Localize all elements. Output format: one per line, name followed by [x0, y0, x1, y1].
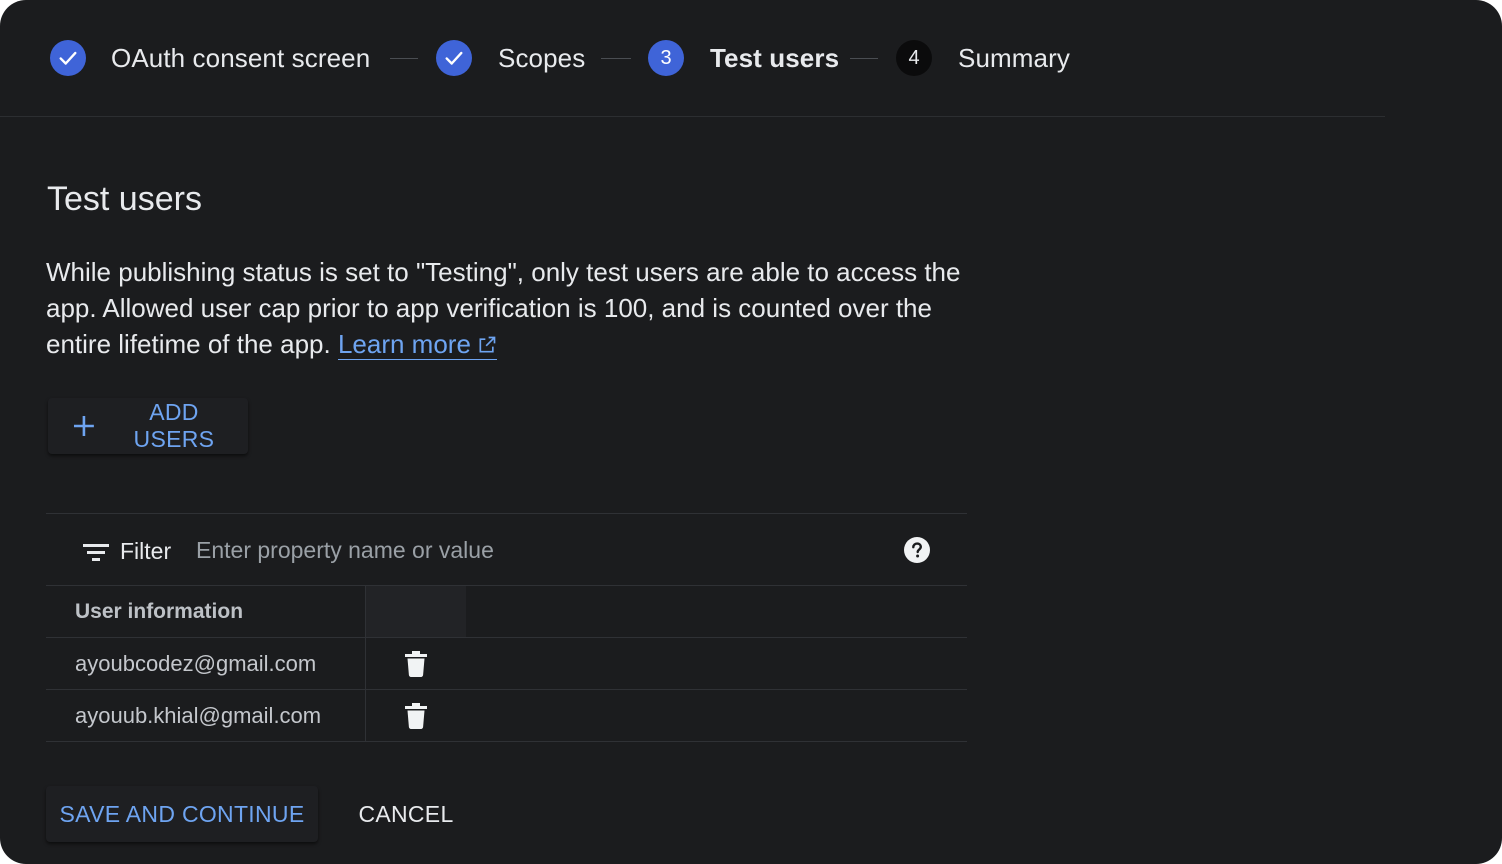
table-row: ayouub.khial@gmail.com: [46, 690, 967, 742]
step-number-badge: 3: [648, 40, 684, 76]
step-number-badge: 4: [896, 40, 932, 76]
step-scopes[interactable]: Scopes: [436, 40, 585, 76]
table-row: ayoubcodez@gmail.com: [46, 638, 967, 690]
step-test-users[interactable]: 3 Test users: [648, 40, 839, 76]
user-email: ayouub.khial@gmail.com: [46, 690, 366, 741]
step-label: Scopes: [498, 42, 586, 73]
table-header-row: User information: [46, 586, 967, 638]
add-users-button[interactable]: ADD USERS: [48, 398, 248, 454]
step-connector: [850, 58, 878, 59]
filter-icon: [83, 544, 109, 561]
delete-user-button[interactable]: [404, 702, 428, 729]
column-header-actions: [366, 586, 466, 637]
row-actions: [366, 690, 466, 741]
column-header-user-information[interactable]: User information: [46, 586, 366, 637]
filter-input[interactable]: [186, 530, 866, 570]
filter-label: Filter: [120, 538, 172, 564]
learn-more-link[interactable]: Learn more: [337, 329, 497, 360]
trash-icon: [405, 650, 427, 677]
cancel-button[interactable]: CANCEL: [344, 786, 468, 842]
app-window: OAuth consent screen Scopes 3 Test users…: [0, 0, 1502, 864]
add-users-label: ADD USERS: [133, 399, 215, 452]
learn-more-label: Learn more: [337, 329, 471, 359]
step-connector: [601, 58, 631, 59]
external-link-icon: [479, 336, 496, 353]
page-title: Test users: [47, 180, 202, 218]
check-icon: [436, 40, 472, 76]
step-label: OAuth consent screen: [111, 42, 371, 73]
users-table: Filter User information ayoubcodez@gmail…: [46, 513, 967, 742]
filter-bar: Filter: [46, 513, 967, 586]
row-actions: [366, 638, 466, 689]
delete-user-button[interactable]: [404, 650, 428, 677]
step-connector: [390, 58, 418, 59]
trash-icon: [405, 702, 427, 729]
stepper: OAuth consent screen Scopes 3 Test users…: [0, 0, 1385, 117]
plus-icon: [73, 416, 94, 436]
step-label: Summary: [958, 42, 1070, 73]
step-label: Test users: [710, 42, 840, 73]
description-text: While publishing status is set to "Testi…: [46, 254, 976, 362]
step-oauth-consent-screen[interactable]: OAuth consent screen: [50, 40, 370, 76]
step-summary[interactable]: 4 Summary: [896, 40, 1070, 76]
check-icon: [50, 40, 86, 76]
save-and-continue-button[interactable]: SAVE AND CONTINUE: [46, 786, 318, 842]
description-body: While publishing status is set to "Testi…: [46, 257, 961, 359]
user-email: ayoubcodez@gmail.com: [46, 638, 366, 689]
help-icon[interactable]: [904, 537, 930, 563]
